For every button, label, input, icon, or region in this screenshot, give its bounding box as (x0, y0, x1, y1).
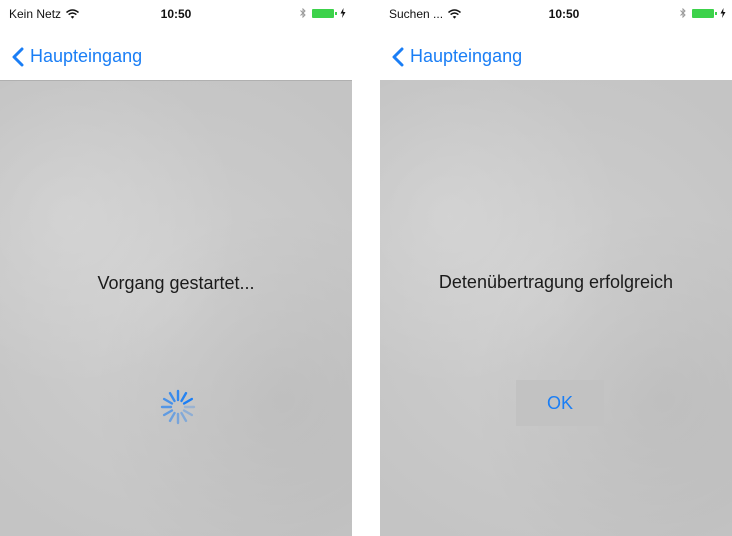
spinner-spoke (182, 397, 194, 405)
activity-spinner-icon (160, 389, 196, 425)
charging-bolt-icon (720, 8, 726, 18)
spinner-spoke (182, 409, 194, 417)
ok-button[interactable]: OK (516, 380, 604, 426)
bluetooth-icon (680, 8, 686, 18)
spinner-spoke (168, 411, 176, 423)
chevron-left-icon (12, 47, 24, 66)
chevron-left-icon (392, 47, 404, 66)
status-message: Vorgang gestartet... (97, 273, 255, 293)
result-message: Detenübertragung erfolgreich (438, 272, 674, 292)
battery-area (680, 8, 726, 18)
battery-area (300, 8, 346, 18)
status-bar: Kein Netz 10:50 (0, 0, 352, 21)
back-button[interactable]: Haupteingang (12, 46, 142, 67)
left-screen: Kein Netz 10:50 Haupteingang Vorgang ges… (0, 0, 352, 536)
content-area: Vorgang gestartet... (0, 80, 352, 536)
right-screen: Suchen ... 10:50 Haupteingang Detenübert… (380, 0, 732, 536)
status-bar: Suchen ... 10:50 (380, 0, 732, 21)
spinner-spoke (180, 391, 188, 403)
battery-icon (312, 8, 337, 18)
charging-bolt-icon (340, 8, 346, 18)
spinner-spoke (168, 391, 176, 403)
back-label: Haupteingang (30, 46, 143, 66)
spinner-spoke (162, 397, 174, 405)
spinner-spoke (180, 411, 188, 423)
back-button[interactable]: Haupteingang (392, 46, 522, 67)
back-label: Haupteingang (410, 46, 523, 66)
content-area: Detenübertragung erfolgreich OK (380, 80, 732, 536)
spinner-spoke (162, 409, 174, 417)
bluetooth-icon (300, 8, 306, 18)
battery-icon (692, 8, 717, 18)
navigation-bar: Haupteingang (0, 20, 352, 80)
navigation-bar: Haupteingang (380, 20, 732, 80)
